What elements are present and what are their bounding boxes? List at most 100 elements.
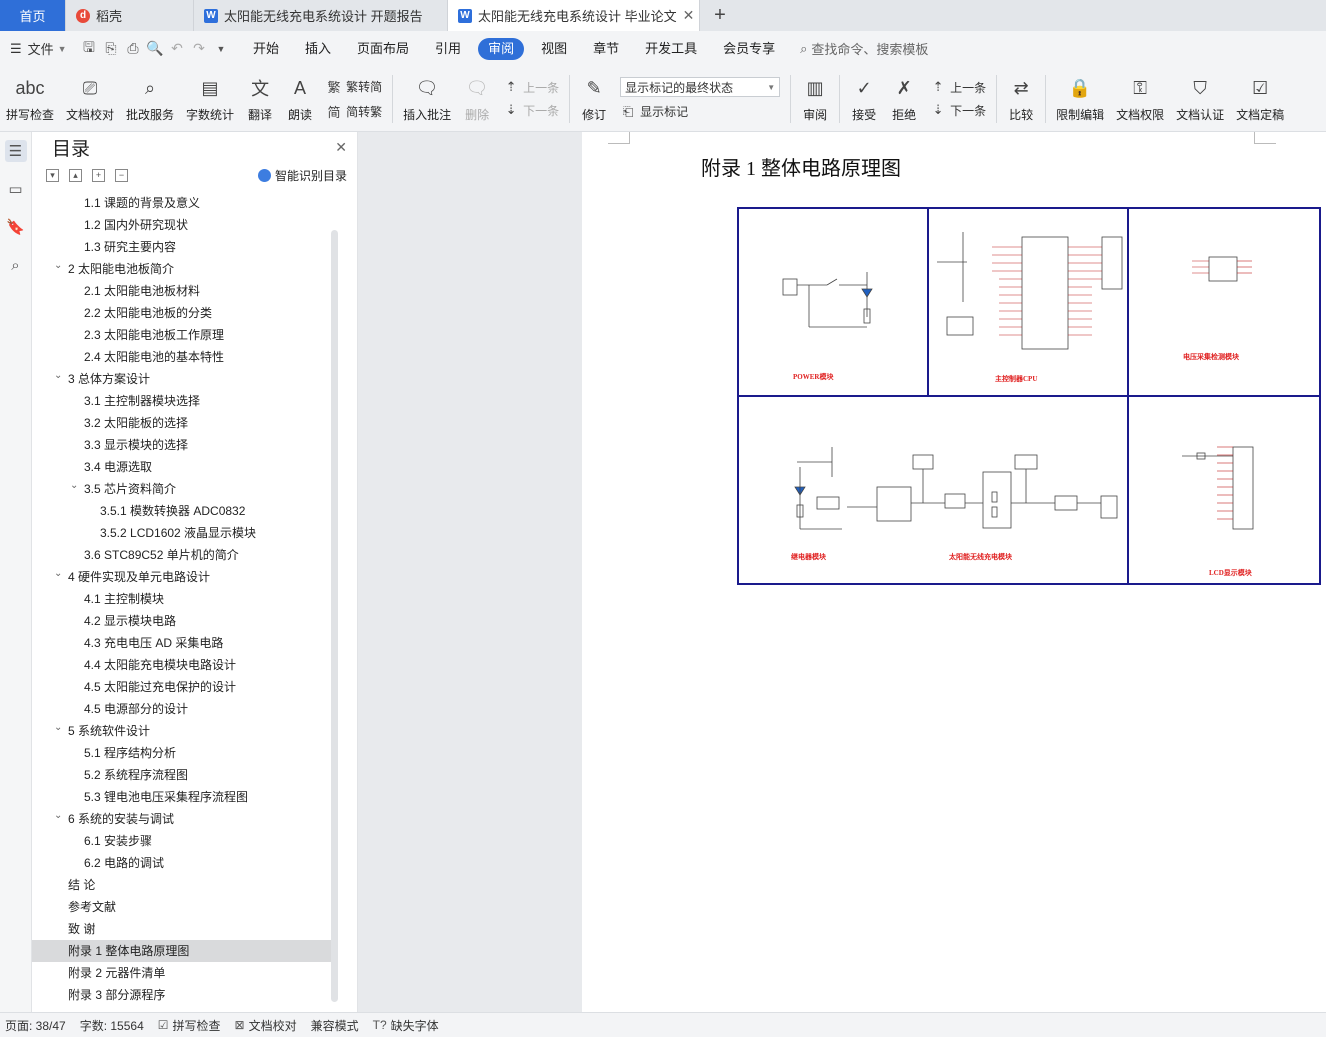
print-icon[interactable]: ⎙ <box>122 38 144 60</box>
toc-item[interactable]: 3.3 显示模块的选择 <box>32 434 332 456</box>
print-preview-icon[interactable]: 🔍 <box>144 38 166 60</box>
toc-item[interactable]: 2.3 太阳能电池板工作原理 <box>32 324 332 346</box>
toc-item[interactable]: 附录 1 整体电路原理图 <box>32 940 332 962</box>
track-changes-button[interactable]: ✎ 修订 <box>574 69 614 129</box>
toc-item[interactable]: 4.4 太阳能充电模块电路设计 <box>32 654 332 676</box>
chevron-down-icon[interactable]: ⌄ <box>54 805 62 827</box>
search-icon[interactable]: ⌕ <box>5 254 27 276</box>
document-page[interactable]: 附录 1 整体电路原理图 POWER模块 主控制器CPU 电压采集检测模块 继电… <box>582 132 1326 1012</box>
chevron-down-icon[interactable]: ⌄ <box>54 365 62 387</box>
toc-scrollbar[interactable] <box>331 230 338 1002</box>
redo-icon[interactable]: ↷ <box>188 38 210 60</box>
next-comment-button[interactable]: ⇣ 下一条 <box>503 102 559 119</box>
customize-chevron-icon[interactable]: ▼ <box>210 38 232 60</box>
toc-item[interactable]: 附录 2 元器件清单 <box>32 962 332 984</box>
toc-item[interactable]: 致 谢 <box>32 918 332 940</box>
toc-icon[interactable]: ☰ <box>4 140 27 162</box>
accept-button[interactable]: ✓ 接受 <box>844 69 884 129</box>
translate-button[interactable]: 文翻译 <box>240 69 280 129</box>
status-doc-check[interactable]: ⊠ 文档校对 <box>235 1017 297 1034</box>
toc-item[interactable]: ⌄ 3 总体方案设计 <box>32 368 332 390</box>
file-menu[interactable]: ☰ 文件 ▼ <box>0 39 78 58</box>
toc-item[interactable]: 4.2 显示模块电路 <box>32 610 332 632</box>
menu-insert[interactable]: 插入 <box>292 38 344 60</box>
chevron-down-icon[interactable]: ⌄ <box>54 563 62 585</box>
read-aloud-button[interactable]: A 朗读 <box>280 69 320 129</box>
toc-item[interactable]: ⌄ 3.5 芯片资料简介 <box>32 478 332 500</box>
toc-item[interactable]: 参考文献 <box>32 896 332 918</box>
expand-all-icon[interactable]: ▾ <box>46 168 59 182</box>
menu-review[interactable]: 审阅 <box>478 37 525 60</box>
toc-item[interactable]: 3.6 STC89C52 单片机的简介 <box>32 544 332 566</box>
toc-item[interactable]: ⌄ 4 硬件实现及单元电路设计 <box>32 566 332 588</box>
tab-home[interactable]: 首页 <box>0 0 66 31</box>
spell-check-button[interactable]: abc 拼写检查 <box>0 69 60 129</box>
toc-item[interactable]: 1.2 国内外研究现状 <box>32 214 332 236</box>
trad-to-simp-button[interactable]: 繁繁转简 <box>326 77 383 96</box>
command-search[interactable]: ⌕ 查找命令、搜索模板 <box>800 39 928 58</box>
toc-item[interactable]: 4.1 主控制模块 <box>32 588 332 610</box>
collapse-all-icon[interactable]: ▴ <box>69 168 82 182</box>
simp-to-trad-button[interactable]: 简简转繁 <box>326 102 383 121</box>
menu-view[interactable]: 视图 <box>528 38 580 60</box>
markup-state-select[interactable]: 显示标记的最终状态 ▼ <box>620 77 781 97</box>
toc-item[interactable]: 5.2 系统程序流程图 <box>32 764 332 786</box>
toc-item[interactable]: 4.3 充电电压 AD 采集电路 <box>32 632 332 654</box>
smart-toc-button[interactable]: 智能识别目录 <box>257 167 347 184</box>
toc-item[interactable]: 4.5 电源部分的设计 <box>32 698 332 720</box>
toc-item[interactable]: 2.4 太阳能电池的基本特性 <box>32 346 332 368</box>
menu-section[interactable]: 章节 <box>580 38 632 60</box>
toc-item[interactable]: 3.5.1 模数转换器 ADC0832 <box>32 500 332 522</box>
toc-item[interactable]: ⌄ 6 系统的安装与调试 <box>32 808 332 830</box>
insert-comment-button[interactable]: 🗨 插入批注 <box>397 69 457 129</box>
remove-heading-icon[interactable]: − <box>115 168 128 182</box>
toc-item[interactable]: 5.3 锂电池电压采集程序流程图 <box>32 786 332 808</box>
doc-permission-button[interactable]: ⚿ 文档权限 <box>1110 69 1170 129</box>
tab-proposal[interactable]: W 太阳能无线充电系统设计 开题报告 <box>194 0 448 31</box>
tab-thesis[interactable]: W 太阳能无线充电系统设计 毕业论文 ✕ <box>448 0 700 31</box>
delete-comment-button[interactable]: 🗨 删除 <box>457 69 497 129</box>
add-heading-icon[interactable]: + <box>92 168 105 182</box>
toc-item[interactable]: 3.2 太阳能板的选择 <box>32 412 332 434</box>
menu-references[interactable]: 引用 <box>422 38 474 60</box>
toc-item[interactable]: 结 论 <box>32 874 332 896</box>
nav-pane-icon[interactable]: ▭ <box>5 178 27 200</box>
toc-item[interactable]: 附录 3 部分源程序 <box>32 984 332 1006</box>
chevron-down-icon[interactable]: ⌄ <box>54 255 62 277</box>
menu-start[interactable]: 开始 <box>240 38 292 60</box>
menu-page-layout[interactable]: 页面布局 <box>344 38 422 60</box>
page-indicator[interactable]: 页面: 38/47 <box>5 1017 66 1034</box>
doc-check-button[interactable]: ⎚ 文档校对 <box>60 69 120 129</box>
toc-item[interactable]: 1.1 课题的背景及意义 <box>32 192 332 214</box>
close-icon[interactable]: ✕ <box>683 7 695 24</box>
toc-item[interactable]: 5.1 程序结构分析 <box>32 742 332 764</box>
status-spell-check[interactable]: ☑ 拼写检查 <box>158 1017 221 1034</box>
missing-font-button[interactable]: T? 缺失字体 <box>373 1017 439 1034</box>
word-count-button[interactable]: ▤ 字数统计 <box>180 69 240 129</box>
menu-developer[interactable]: 开发工具 <box>632 38 710 60</box>
toc-item[interactable]: 3.5.2 LCD1602 液晶显示模块 <box>32 522 332 544</box>
chevron-down-icon[interactable]: ⌄ <box>70 475 78 497</box>
next-change-button[interactable]: ⇣ 下一条 <box>930 102 986 119</box>
compare-button[interactable]: ⇄ 比较 <box>1001 69 1041 129</box>
chevron-down-icon[interactable]: ⌄ <box>54 717 62 739</box>
toc-item[interactable]: ⌄ 5 系统软件设计 <box>32 720 332 742</box>
review-pane-button[interactable]: ▥ 审阅 <box>795 69 835 129</box>
new-tab-button[interactable]: + <box>700 0 740 31</box>
show-markup-button[interactable]: ⎗ 显示标记 <box>620 103 780 120</box>
tab-docer[interactable]: d 稻壳 <box>66 0 194 31</box>
bookmark-icon[interactable]: 🔖 <box>5 216 27 238</box>
reject-button[interactable]: ✗ 拒绝 <box>884 69 924 129</box>
toc-item[interactable]: 6.1 安装步骤 <box>32 830 332 852</box>
close-icon[interactable]: ✕ <box>335 139 347 156</box>
toc-item[interactable]: 2.1 太阳能电池板材料 <box>32 280 332 302</box>
prev-comment-button[interactable]: ⇡ 上一条 <box>503 79 559 96</box>
toc-item[interactable]: 2.2 太阳能电池板的分类 <box>32 302 332 324</box>
undo-icon[interactable]: ↶ <box>166 38 188 60</box>
compat-mode[interactable]: 兼容模式 <box>311 1017 359 1034</box>
toc-item[interactable]: 4.5 太阳能过充电保护的设计 <box>32 676 332 698</box>
toc-item[interactable]: 6.2 电路的调试 <box>32 852 332 874</box>
menu-member[interactable]: 会员专享 <box>710 38 788 60</box>
doc-certify-button[interactable]: ⛉ 文档认证 <box>1170 69 1230 129</box>
toc-item[interactable]: ⌄ 2 太阳能电池板简介 <box>32 258 332 280</box>
